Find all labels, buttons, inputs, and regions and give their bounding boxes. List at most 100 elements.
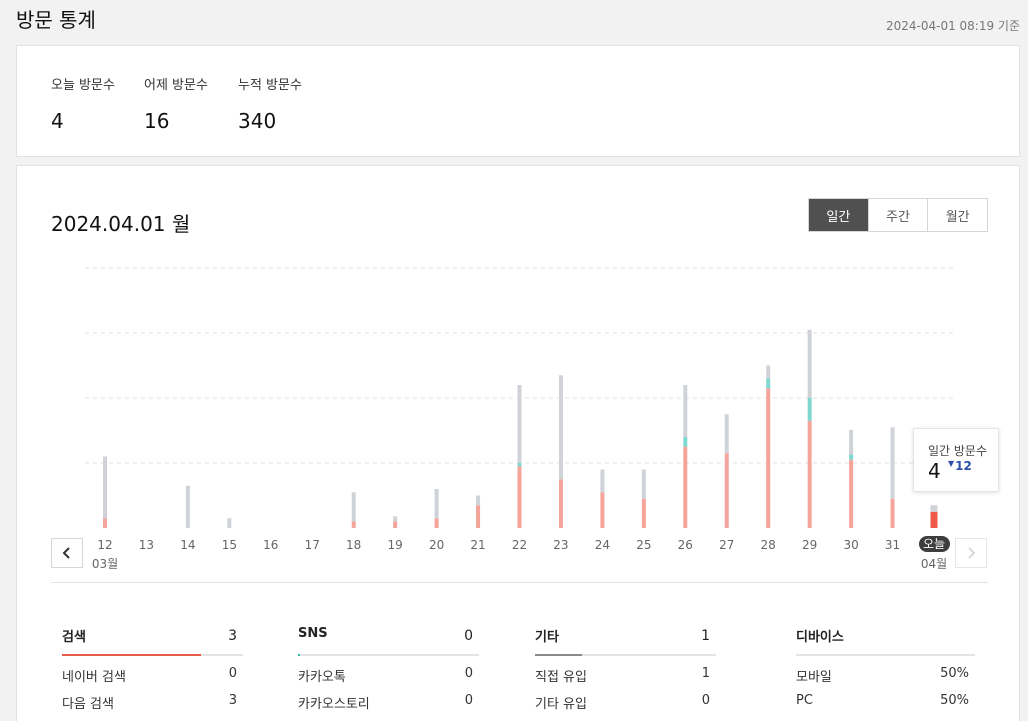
bar-segment-search: [434, 518, 439, 528]
tooltip-value: 4: [928, 459, 941, 483]
list-item: 직접 유입 1: [535, 656, 716, 685]
breakdown-device: 디바이스 모바일 50% PC 50%: [796, 626, 975, 710]
x-tick-label: 13: [139, 538, 154, 552]
bar-segment-other: [434, 489, 439, 519]
x-tick-label: 18: [346, 538, 361, 552]
updated-timestamp: 2024-04-01 08:19 기준: [885, 19, 1020, 33]
chevron-right-icon: [968, 547, 976, 559]
summary-card: 오늘 방문수 4 어제 방문수 16 누적 방문수 340: [16, 45, 1020, 157]
row-value: 0: [464, 693, 473, 708]
x-tick-label: 22: [512, 538, 527, 552]
stat-total-value: 340: [238, 109, 277, 133]
bar-segment-other: [558, 375, 563, 480]
bar-segment-search: [724, 453, 729, 528]
bar-segment-sns: [766, 378, 771, 389]
bar-segment-other: [724, 414, 729, 454]
stat-total-label: 누적 방문수: [238, 78, 302, 93]
list-item: 네이버 검색 0: [62, 656, 243, 685]
month-label: 03월: [92, 557, 118, 571]
breakdown-search-title: 검색: [62, 630, 86, 645]
x-tick-label: 20: [429, 538, 444, 552]
row-label: PC: [796, 693, 813, 708]
tooltip-label: 일간 방문수: [928, 444, 988, 458]
bar-segment-search: [600, 492, 605, 528]
breakdown-device-title: 디바이스: [796, 630, 844, 645]
row-value: 50%: [940, 693, 969, 708]
bar-segment-other: [351, 492, 356, 522]
row-value: 0: [701, 693, 710, 708]
bar-segment-search: [103, 518, 107, 528]
x-tick-label: 오늘: [923, 537, 945, 551]
chevron-left-icon: [62, 547, 70, 559]
breakdown-other-head: 기타 1: [535, 626, 716, 656]
x-tick-label: 27: [719, 538, 734, 552]
next-button[interactable]: [955, 538, 987, 568]
bar-segment-search: [807, 420, 812, 528]
x-tick-label: 12: [97, 538, 112, 552]
row-value: 3: [228, 693, 237, 708]
bar-segment-other: [227, 518, 232, 528]
breakdown-sns-title: SNS: [298, 626, 328, 641]
row-value: 0: [228, 666, 237, 681]
breakdown-search-total: 3: [228, 628, 237, 644]
x-tick-label: 24: [595, 538, 610, 552]
bar-segment-search: [351, 521, 356, 528]
bar-segment-other: [476, 495, 481, 506]
list-item: 기타 유입 0: [535, 683, 716, 712]
stat-yesterday-value: 16: [144, 109, 170, 133]
bar-segment-sns: [807, 398, 812, 421]
row-label: 다음 검색: [62, 697, 114, 712]
x-tick-label: 30: [843, 538, 858, 552]
bar-segment-other: [807, 329, 812, 398]
breakdown-other-title: 기타: [535, 630, 559, 645]
list-item: 모바일 50%: [796, 656, 975, 685]
stat-today-label: 오늘 방문수: [51, 78, 115, 93]
stat-yesterday-label: 어제 방문수: [144, 78, 208, 93]
month-label: 04월: [921, 557, 947, 571]
bar-segment-search: [849, 459, 854, 528]
breakdown-sns-total: 0: [464, 628, 473, 644]
list-item: 카카오스토리 0: [298, 683, 479, 712]
bar-segment-other: [683, 385, 688, 437]
x-tick-label: 23: [553, 538, 568, 552]
bar-segment-sns: [849, 454, 854, 460]
triangle-down-icon: ▼: [948, 459, 955, 468]
bar-segment-other: [641, 469, 646, 499]
stat-total: 누적 방문수 340: [238, 74, 302, 133]
x-tick-label: 19: [388, 538, 403, 552]
x-tick-label: 26: [678, 538, 693, 552]
bar-segment-other: [600, 469, 605, 493]
x-tick-label: 31: [885, 538, 900, 552]
prev-button[interactable]: [51, 538, 83, 568]
x-tick-label: 29: [802, 538, 817, 552]
breakdown-other-total: 1: [701, 628, 710, 644]
row-label: 기타 유입: [535, 697, 587, 712]
stats-card: 2024.04.01 월 일간 주간 월간 12 03월 13 14 15 16 17 18 1…: [16, 165, 1020, 721]
bar-segment-other: [185, 485, 190, 528]
x-tick-label: 16: [263, 538, 278, 552]
bar-segment-search: [558, 479, 563, 528]
breakdown-device-head: 디바이스: [796, 626, 975, 656]
stat-today-value: 4: [51, 109, 64, 133]
x-tick-label: 17: [305, 538, 320, 552]
daily-visits-tooltip: 일간 방문수 4 ▼12: [913, 428, 999, 492]
breakdown-search-head: 검색 3: [62, 626, 243, 656]
bar-segment-search: [766, 388, 771, 528]
x-tick-label: 21: [470, 538, 485, 552]
x-tick-label: 28: [761, 538, 776, 552]
bar-segment-search: [393, 521, 398, 528]
breakdown-sns-head: SNS 0: [298, 626, 479, 656]
list-item: PC 50%: [796, 683, 975, 710]
tooltip-delta-value: 12: [955, 459, 972, 473]
list-item: 다음 검색 3: [62, 683, 243, 712]
stat-today: 오늘 방문수 4: [51, 74, 115, 133]
stat-yesterday: 어제 방문수 16: [144, 74, 208, 133]
bar-segment-other: [393, 516, 398, 522]
bar-segment-search: [890, 498, 895, 528]
bar-segment-sns: [683, 437, 688, 447]
bar-segment-search: [683, 446, 688, 528]
bar-segment-other: [103, 456, 107, 519]
bar-segment-other: [766, 365, 771, 379]
row-value: 50%: [940, 666, 969, 681]
row-label: 카카오스토리: [298, 697, 370, 712]
